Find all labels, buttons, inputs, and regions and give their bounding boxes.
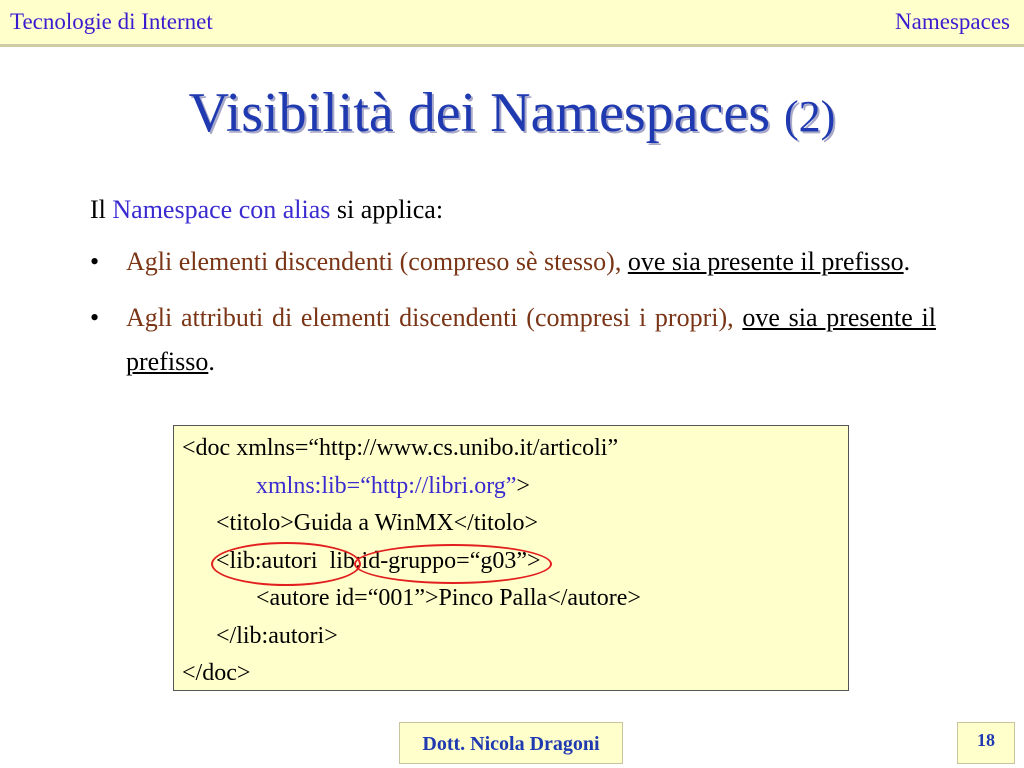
bullet-item: • Agli attributi di elementi discendenti… [90, 296, 936, 384]
bullet-end: . [208, 347, 215, 376]
slide-header: Tecnologie di Internet Namespaces [0, 0, 1024, 47]
bullet-body: Agli elementi discendenti (compreso sè s… [126, 247, 628, 276]
code-line-6: </lib:autori> [216, 622, 338, 649]
bullet-body: Agli attributi di elementi discendenti (… [126, 303, 743, 332]
bullet-end: . [903, 247, 911, 276]
bullet-item: • Agli elementi discendenti (compreso sè… [90, 240, 936, 284]
code-line-2: xmlns:lib=“http://libri.org”> [182, 468, 840, 506]
slide-title-number: (2) [784, 92, 836, 141]
highlight-circle-attribute [354, 544, 552, 584]
code-line-3: <titolo>Guida a WinMX</titolo> [216, 510, 539, 536]
bullet-text: Agli attributi di elementi discendenti (… [126, 296, 936, 384]
bullet-underlined: ove sia presente il prefisso [627, 247, 904, 276]
highlight-circle-element [211, 542, 361, 586]
intro-suffix: si applica: [330, 195, 444, 224]
code-line-2-end: > [516, 472, 530, 499]
slide-title-text: Visibilità dei Namespaces [188, 82, 771, 144]
bullet-text: Agli elementi discendenti (compreso sè s… [126, 240, 936, 284]
code-line-7: </doc> [182, 660, 251, 686]
footer-author: Dott. Nicola Dragoni [399, 722, 623, 764]
page-number: 18 [957, 722, 1015, 764]
intro-highlight: Namespace con alias [112, 195, 331, 224]
course-title: Tecnologie di Internet [10, 9, 213, 34]
section-title: Namespaces [895, 9, 1010, 34]
code-line-1: <doc xmlns=“http://www.cs.unibo.it/artic… [182, 435, 619, 461]
bullet-marker: • [90, 303, 100, 332]
intro-text: Il Namespace con alias si applica: [90, 192, 443, 228]
code-namespace-alias: xmlns:lib=“http://libri.org” [256, 472, 517, 499]
bullet-marker: • [90, 247, 100, 276]
bullet-list: • Agli elementi discendenti (compreso sè… [90, 240, 936, 396]
slide-title: Visibilità dei Namespaces (2) [0, 78, 1024, 152]
intro-prefix: Il [90, 195, 113, 224]
